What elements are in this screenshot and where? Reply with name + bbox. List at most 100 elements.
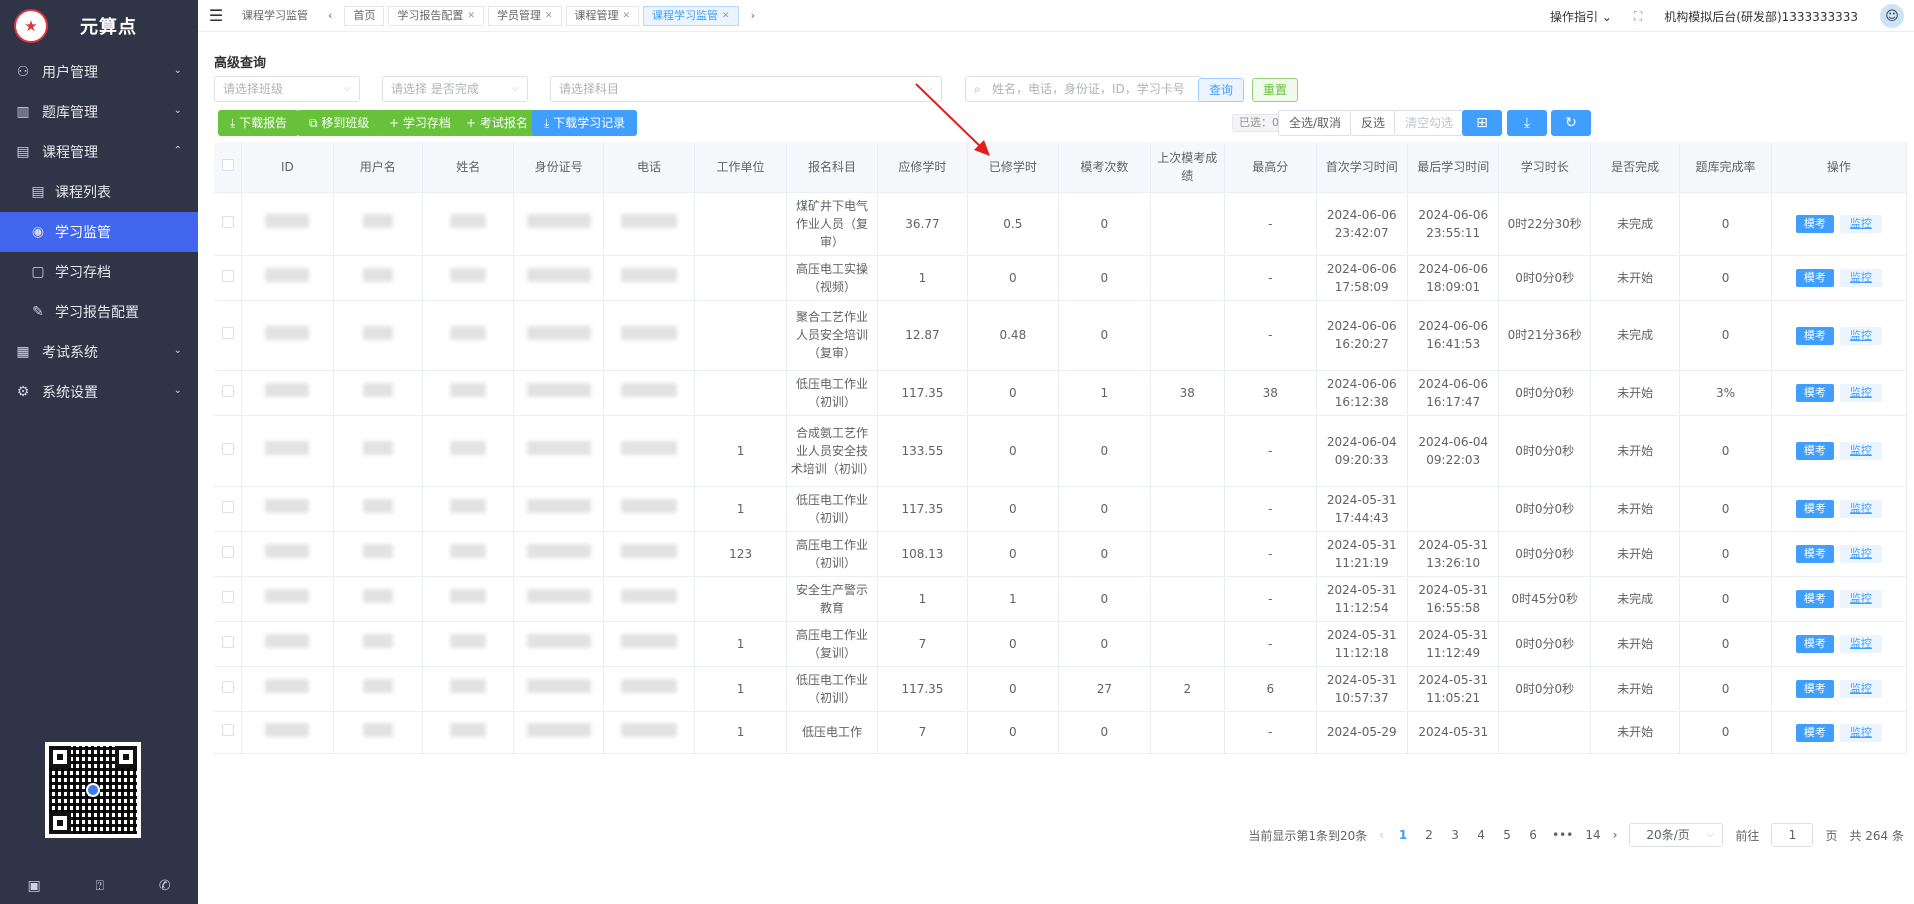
checkbox[interactable] <box>221 635 234 648</box>
table-row[interactable]: 聚合工艺作业人员安全培训（复审） 12.87 0.48 0-2024-06-06 16… <box>214 300 1908 371</box>
mock-exam-button[interactable]: 模考 <box>1795 500 1834 518</box>
table-row[interactable]: 1 低压电工作业（初训） 117.35 0 0-2024-05-31 17:44:43 0… <box>214 486 1908 532</box>
row-checkbox-cell[interactable] <box>214 192 243 256</box>
mock-exam-button[interactable]: 模考 <box>1795 326 1834 345</box>
subject-select[interactable]: 请选择科目 ⌵ <box>550 76 942 102</box>
page-number[interactable]: 3 <box>1448 828 1462 842</box>
table-row[interactable]: 高压电工实操（视频） 1 0 0-2024-06-06 17:58:09 2024-06… <box>214 255 1908 301</box>
done-select[interactable]: 请选择 是否完成 ⌵ <box>382 76 528 102</box>
checkbox[interactable] <box>221 158 234 171</box>
refresh-icon[interactable]: ↻ <box>1551 110 1591 136</box>
prev-page-icon[interactable]: ‹ <box>1379 828 1384 842</box>
row-checkbox-cell[interactable] <box>214 666 243 712</box>
mock-exam-button[interactable]: 模考 <box>1795 442 1834 460</box>
row-checkbox-cell[interactable] <box>214 486 243 532</box>
mock-exam-button[interactable]: 模考 <box>1795 215 1834 233</box>
table-row[interactable]: 1 低压电工作业（初训） 117.35 0 27 2 6 2024-05-31 10:57:3… <box>214 666 1908 712</box>
checkbox[interactable] <box>221 269 234 282</box>
sidebar-item[interactable]: ⚙ 系统设置 ⌄ <box>0 372 198 412</box>
tab[interactable]: 学习报告配置 ✕ <box>388 5 484 26</box>
checkbox[interactable] <box>221 680 234 693</box>
sidebar-item[interactable]: ▦ 考试系统 ⌄ <box>0 332 198 372</box>
sidebar-item[interactable]: ⚇ 用户管理 ⌄ <box>0 52 198 92</box>
tabs-prev-icon[interactable]: ‹ <box>320 5 341 26</box>
monitor-link[interactable]: 监控 <box>1839 269 1882 287</box>
monitor-link[interactable]: 监控 <box>1839 680 1882 698</box>
monitor-link[interactable]: 监控 <box>1839 500 1882 518</box>
avatar[interactable]: ☺ <box>1880 4 1904 28</box>
invert-button[interactable]: 反选 <box>1350 110 1397 136</box>
table-row[interactable]: 低压电工作业（初训） 117.35 0 1 38 38 2024-06-06 16:12:3… <box>214 370 1908 416</box>
mock-exam-button[interactable]: 模考 <box>1795 680 1834 698</box>
move-class-button[interactable]: ⧉ 移到班级 <box>297 110 382 136</box>
select-all-checkbox[interactable] <box>214 142 243 193</box>
tab[interactable]: 首页 <box>344 5 385 26</box>
page-number[interactable]: 6 <box>1526 828 1540 842</box>
checkbox[interactable] <box>221 442 234 455</box>
checkbox[interactable] <box>221 384 234 397</box>
monitor-link[interactable]: 监控 <box>1839 326 1882 345</box>
reset-button[interactable]: 重置 <box>1252 78 1299 102</box>
download-icon[interactable]: ⤓ <box>1507 110 1547 136</box>
grid-view-icon[interactable]: ⊞ <box>1462 110 1502 136</box>
search-input[interactable]: ⌕ 姓名，电话，身份证，ID，学习卡号 <box>965 76 1203 102</box>
mock-exam-button[interactable]: 模考 <box>1795 269 1834 287</box>
monitor-link[interactable]: 监控 <box>1839 635 1882 653</box>
page-number[interactable]: 5 <box>1500 828 1514 842</box>
class-select[interactable]: 请选择班级 ⌵ <box>214 76 360 102</box>
row-checkbox-cell[interactable] <box>214 300 243 371</box>
page-number[interactable]: 2 <box>1422 828 1436 842</box>
close-icon[interactable]: ✕ <box>545 6 553 26</box>
page-number[interactable]: 1 <box>1396 828 1410 842</box>
guide-dropdown[interactable]: 操作指引 ⌄ <box>1550 8 1612 25</box>
table-row[interactable]: 安全生产警示教育 1 1 0-2024-05-31 11:12:54 2024-05-3… <box>214 576 1908 622</box>
page-number[interactable]: 4 <box>1474 828 1488 842</box>
help-icon[interactable]: ⍰ <box>96 878 104 894</box>
monitor-link[interactable]: 监控 <box>1839 590 1882 608</box>
tab[interactable]: 课程管理 ✕ <box>565 5 640 26</box>
monitor-link[interactable]: 监控 <box>1839 545 1882 563</box>
monitor-link[interactable]: 监控 <box>1839 215 1882 233</box>
checkbox[interactable] <box>221 500 234 513</box>
row-checkbox-cell[interactable] <box>214 576 243 622</box>
row-checkbox-cell[interactable] <box>214 621 243 667</box>
clear-selection-button[interactable]: 清空勾选 <box>1394 110 1465 136</box>
table-row[interactable]: 123 高压电工作业（初训） 108.13 0 0-2024-05-31 11:21:1… <box>214 531 1908 577</box>
row-checkbox-cell[interactable] <box>214 370 243 416</box>
table-row[interactable]: 煤矿井下电气作业人员（复审） 36.77 0.5 0-2024-06-06 23:42… <box>214 192 1908 256</box>
download-report-button[interactable]: ⤓ 下载报告 <box>218 110 300 136</box>
mock-exam-button[interactable]: 模考 <box>1795 545 1834 563</box>
table-row[interactable]: 1 高压电工作业（复训） 7 0 0-2024-05-31 11:12:18 2024-0… <box>214 621 1908 667</box>
screen-icon[interactable]: ▣ <box>27 878 40 894</box>
tab[interactable]: 课程学习监管 <box>234 5 316 26</box>
row-checkbox-cell[interactable] <box>214 415 243 487</box>
phone-icon[interactable]: ✆ <box>159 878 171 894</box>
fullscreen-icon[interactable]: ⛶ <box>1634 9 1642 24</box>
sidebar-item[interactable]: ▤ 课程管理 ⌃ <box>0 132 198 172</box>
menu-toggle-icon[interactable]: ☰ <box>198 6 234 25</box>
monitor-link[interactable]: 监控 <box>1839 723 1882 742</box>
monitor-link[interactable]: 监控 <box>1839 384 1882 402</box>
exam-signup-button[interactable]: + 考试报名 <box>454 110 540 136</box>
next-page-icon[interactable]: › <box>1613 828 1618 842</box>
page-number[interactable]: 14 <box>1585 828 1600 842</box>
goto-input[interactable]: 1 <box>1771 823 1814 847</box>
close-icon[interactable]: ✕ <box>467 6 475 26</box>
tab[interactable]: 课程学习监管 ✕ <box>643 5 739 26</box>
query-button[interactable]: 查询 <box>1198 78 1245 102</box>
monitor-link[interactable]: 监控 <box>1839 442 1882 460</box>
select-all-button[interactable]: 全选/取消 <box>1278 110 1353 136</box>
checkbox[interactable] <box>221 545 234 558</box>
table-row[interactable]: 1 低压电工作 7 0 0-2024-05-29 2024-05-31 未开始 0 模考 监控 <box>214 711 1908 754</box>
page-size-select[interactable]: 20条/页 ⌵ <box>1629 823 1724 847</box>
checkbox[interactable] <box>221 590 234 603</box>
sidebar-subitem[interactable]: ✎ 学习报告配置 <box>0 292 198 332</box>
checkbox[interactable] <box>221 327 234 339</box>
user-name[interactable]: 机构模拟后台(研发部)1333333333 <box>1664 8 1858 25</box>
row-checkbox-cell[interactable] <box>214 531 243 577</box>
close-icon[interactable]: ✕ <box>722 6 730 26</box>
tab[interactable]: 学员管理 ✕ <box>487 5 562 26</box>
close-icon[interactable]: ✕ <box>623 6 631 26</box>
table-row[interactable]: 1 合成氨工艺作业人员安全技术培训（初训） 133.55 0 0-2024-06-04 … <box>214 415 1908 487</box>
mock-exam-button[interactable]: 模考 <box>1795 635 1834 653</box>
